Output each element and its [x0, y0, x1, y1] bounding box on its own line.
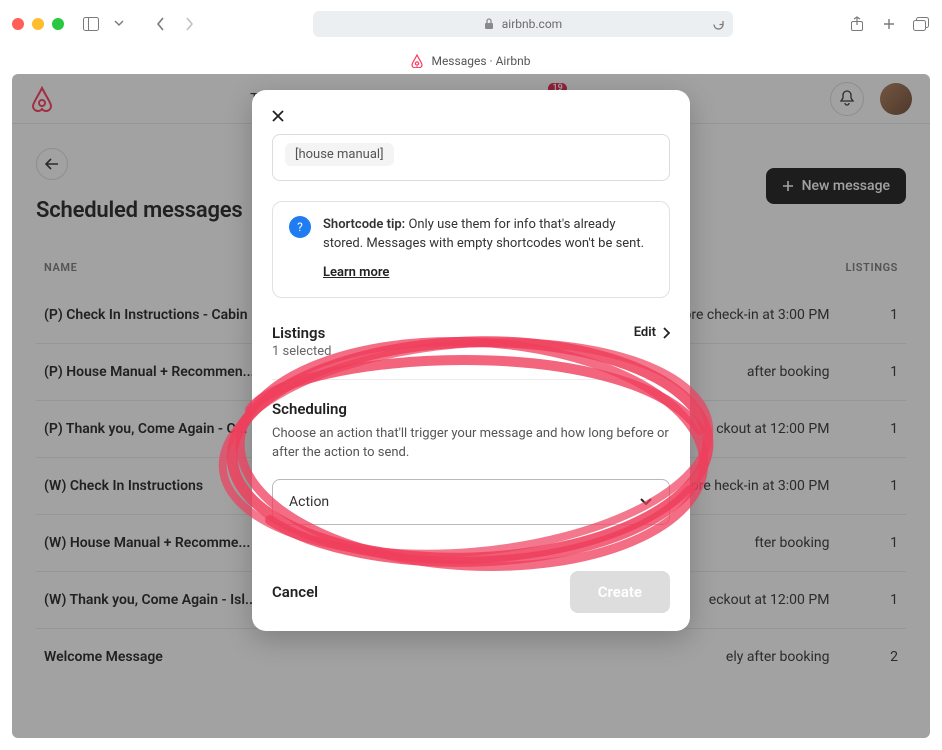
help-icon: ?	[289, 216, 311, 238]
tip-label: Shortcode tip:	[323, 217, 405, 232]
action-select-label: Action	[289, 494, 329, 510]
scheduling-section: Scheduling Choose an action that'll trig…	[272, 379, 670, 525]
address-bar[interactable]: airbnb.com	[313, 11, 733, 37]
lock-icon	[484, 18, 494, 30]
shortcode-box: [house manual]	[272, 134, 670, 181]
url-text: airbnb.com	[502, 17, 562, 31]
listings-selected: 1 selected	[272, 344, 670, 359]
create-button[interactable]: Create	[570, 571, 670, 613]
listings-heading: Listings	[272, 324, 325, 342]
shortcode-tip: ? Shortcode tip: Only use them for info …	[272, 201, 670, 298]
edit-listings-button[interactable]: Edit	[634, 325, 670, 340]
forward-icon[interactable]	[180, 15, 198, 33]
scheduling-desc: Choose an action that'll trigger your me…	[272, 424, 670, 463]
create-message-modal: [house manual] ? Shortcode tip: Only use…	[252, 90, 690, 631]
close-window-button[interactable]	[12, 18, 24, 30]
edit-label: Edit	[634, 325, 656, 340]
tab-title: Messages · Airbnb	[431, 54, 530, 68]
listings-section: Listings Edit 1 selected	[272, 320, 670, 359]
airbnb-logo-icon	[411, 54, 423, 68]
cancel-button[interactable]: Cancel	[272, 583, 318, 601]
refresh-icon[interactable]	[712, 18, 725, 31]
minimize-window-button[interactable]	[32, 18, 44, 30]
learn-more-link[interactable]: Learn more	[323, 264, 389, 283]
shortcode-chip[interactable]: [house manual]	[285, 143, 394, 166]
share-icon[interactable]	[848, 15, 866, 33]
tabs-icon[interactable]	[912, 15, 930, 33]
scheduling-heading: Scheduling	[272, 400, 670, 418]
chevron-down-icon	[639, 497, 653, 507]
maximize-window-button[interactable]	[52, 18, 64, 30]
window-controls	[12, 18, 64, 30]
close-modal-button[interactable]	[264, 102, 292, 130]
modal-footer: Cancel Create	[252, 553, 690, 631]
new-tab-icon[interactable]	[880, 15, 898, 33]
browser-tab: Messages · Airbnb	[12, 48, 930, 74]
sidebar-toggle-icon[interactable]	[82, 15, 100, 33]
back-icon[interactable]	[152, 15, 170, 33]
browser-chrome: airbnb.com	[12, 8, 930, 40]
chevron-down-icon[interactable]	[110, 15, 128, 33]
action-select[interactable]: Action	[272, 479, 670, 525]
